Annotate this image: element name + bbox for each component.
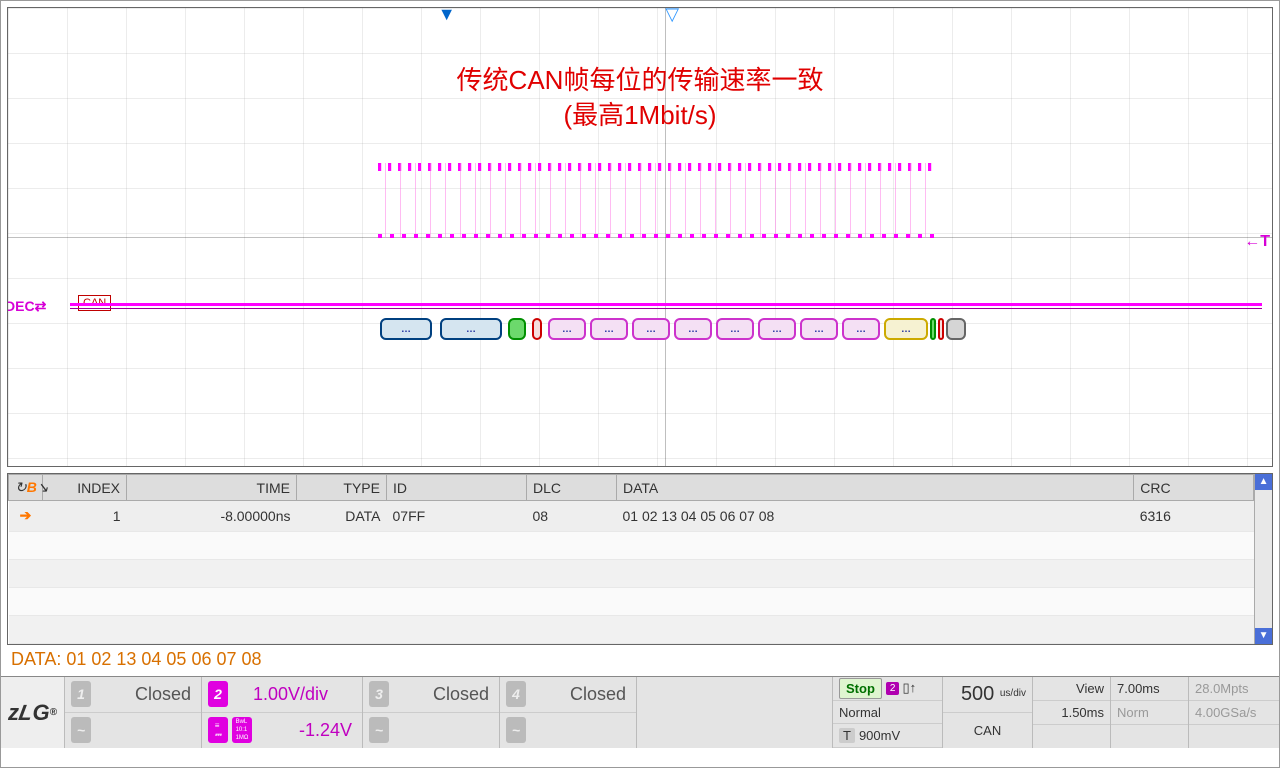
table-row[interactable] [9,587,1254,615]
decode-seg-data4[interactable] [716,318,754,340]
ch3-sub-icon[interactable]: ~ [369,717,389,743]
ch3-number[interactable]: 3 [369,681,389,707]
run-stop-button[interactable]: Stop [839,678,882,699]
brand-logo: zLG® [1,677,65,748]
acq-mode[interactable]: Norm [1111,701,1188,725]
decode-seg-crc[interactable] [884,318,928,340]
col-data[interactable]: DATA [617,475,1134,501]
status-bar: zLG® 1 Closed ~ 2 1.00V/div ≡⎓ BwL10:11M… [1,676,1279,748]
decode-seg-data0[interactable] [548,318,586,340]
table-scrollbar[interactable]: ▲ ▼ [1254,474,1272,644]
decode-seg-data5[interactable] [758,318,796,340]
ch4-number[interactable]: 4 [506,681,526,707]
col-type[interactable]: TYPE [297,475,387,501]
decode-seg-data7[interactable] [842,318,880,340]
scroll-down-icon[interactable]: ▼ [1255,628,1272,644]
cell-data: 01 02 13 04 05 06 07 08 [617,501,1134,532]
trigger-type[interactable]: CAN [943,713,1032,749]
ch2-coupling-icon[interactable]: ≡⎓ [208,717,228,743]
trigger-position-marker-filled[interactable]: ▼ [438,7,456,25]
trigger-edge-icon: ▯↑ [902,680,916,696]
col-dlc[interactable]: DLC [527,475,617,501]
decode-seg-ack1[interactable] [930,318,936,340]
table-row[interactable]: ➔ 1 -8.00000ns DATA 07FF 08 01 02 13 04 … [9,501,1254,532]
decode-seg-ack2[interactable] [938,318,944,340]
decode-seg-id[interactable] [380,318,432,340]
table-row[interactable] [9,531,1254,559]
trigger-position-marker-outline[interactable]: ▽ [665,7,679,25]
delay-value[interactable]: 7.00ms [1111,677,1188,701]
trigger-level[interactable]: T 900mV [833,724,942,748]
ch2-offset: -1.24V [256,720,356,741]
ch2-probe-badge[interactable]: BwL10:11MΩ [232,717,252,743]
table-row[interactable] [9,615,1254,643]
memory-depth[interactable]: 28.0Mpts [1189,677,1279,701]
view-label[interactable]: View [1033,677,1110,701]
trigger-source-badge[interactable]: 2 [886,682,900,695]
ch2-number[interactable]: 2 [208,681,228,707]
cell-crc: 6316 [1134,501,1254,532]
decode-bus-label[interactable]: DEC⇄ [7,298,46,315]
cell-index: 1 [43,501,127,532]
decode-data-footer: DATA: 01 02 13 04 05 06 07 08 [11,649,1269,670]
channel-2-group[interactable]: 2 1.00V/div ≡⎓ BwL10:11MΩ -1.24V [202,677,363,748]
channel-1-group[interactable]: 1 Closed ~ [65,677,202,748]
col-time[interactable]: TIME [127,475,297,501]
channel-baseline [70,303,1262,306]
view-value[interactable]: 1.50ms [1033,701,1110,725]
cell-id: 07FF [387,501,527,532]
decode-seg-data2[interactable] [632,318,670,340]
waveform-display[interactable]: ▼ ▽ 传统CAN帧每位的传输速率一致 (最高1Mbit/s) DEC⇄ CAN… [7,7,1273,467]
ch1-status: Closed [95,684,195,705]
cell-dlc: 08 [527,501,617,532]
decode-arrow-icon: ⇄ [35,298,47,314]
channel-3-group[interactable]: 3 Closed ~ [363,677,500,748]
decode-seg-data1[interactable] [590,318,628,340]
decode-seg-data6[interactable] [800,318,838,340]
right-status-panel: Stop 2 ▯↑ Normal T 900mV 500 us/div CAN … [832,677,1279,748]
decode-seg-data3[interactable] [674,318,712,340]
oscilloscope-app: ▼ ▽ 传统CAN帧每位的传输速率一致 (最高1Mbit/s) DEC⇄ CAN… [0,0,1280,768]
decode-table: ↻B↘ INDEX TIME TYPE ID DLC DATA CRC ➔ 1 … [7,473,1273,645]
sample-rate[interactable]: 4.00GSa/s [1189,701,1279,725]
ch2-scale: 1.00V/div [232,684,332,705]
ch1-number[interactable]: 1 [71,681,91,707]
ch4-sub-icon[interactable]: ~ [506,717,526,743]
ch4-status: Closed [530,684,630,705]
col-id[interactable]: ID [387,475,527,501]
decode-seg-id2[interactable] [440,318,502,340]
run-state-cell[interactable]: Stop 2 ▯↑ [833,677,942,701]
cell-type: DATA [297,501,387,532]
decode-baseline [70,308,1262,309]
col-crc[interactable]: CRC [1134,475,1254,501]
trigger-level-marker[interactable]: ←T [1244,233,1270,251]
decode-seg-ctrl[interactable] [508,318,526,340]
decode-seg-dlc[interactable] [532,318,542,340]
col-cursor[interactable]: ↻B↘ [9,475,43,501]
annotation-text: 传统CAN帧每位的传输速率一致 (最高1Mbit/s) [8,63,1272,133]
table-header-row: ↻B↘ INDEX TIME TYPE ID DLC DATA CRC [9,475,1254,501]
annotation-line1: 传统CAN帧每位的传输速率一致 [8,63,1272,98]
annotation-line2: (最高1Mbit/s) [8,98,1272,133]
channel-4-group[interactable]: 4 Closed ~ [500,677,637,748]
cell-time: -8.00000ns [127,501,297,532]
signal-waveform [378,163,938,238]
scroll-up-icon[interactable]: ▲ [1255,474,1272,490]
timebase[interactable]: 500 us/div [943,677,1032,713]
col-index[interactable]: INDEX [43,475,127,501]
trigger-mode[interactable]: Normal [833,701,942,725]
ch3-status: Closed [393,684,493,705]
event-table[interactable]: ↻B↘ INDEX TIME TYPE ID DLC DATA CRC ➔ 1 … [8,474,1254,644]
row-cursor-icon: ➔ [9,501,43,532]
ch1-sub-icon[interactable]: ~ [71,717,91,743]
decode-seg-eof[interactable] [946,318,966,340]
table-row[interactable] [9,559,1254,587]
